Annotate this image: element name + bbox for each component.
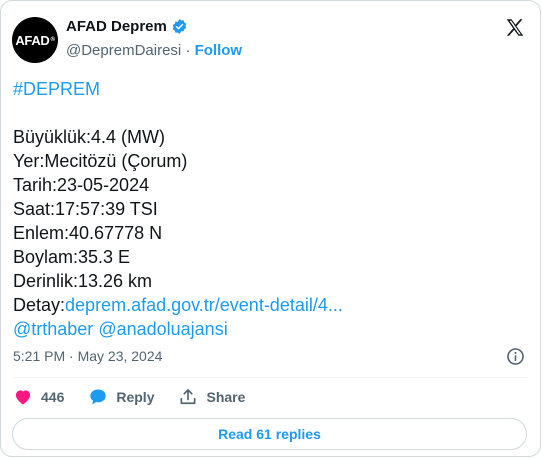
author-name-row: AFAD Deprem bbox=[66, 18, 188, 35]
avatar[interactable]: AFAD ® bbox=[12, 17, 58, 63]
read-replies-label: Read 61 replies bbox=[218, 426, 321, 442]
tweet-line: Yer:Mecitözü (Çorum) bbox=[13, 151, 188, 171]
tweet-line: Enlem:40.67778 N bbox=[13, 223, 163, 243]
follow-button[interactable]: Follow bbox=[195, 42, 243, 59]
x-logo-icon[interactable] bbox=[504, 17, 526, 39]
info-icon[interactable] bbox=[506, 347, 525, 366]
tweet-timestamp[interactable]: 5:21 PM · May 23, 2024 bbox=[13, 348, 162, 364]
action-bar: 446 Reply Share bbox=[13, 387, 269, 407]
verified-badge-icon bbox=[172, 19, 187, 34]
author-handle[interactable]: @DepremDairesi bbox=[66, 42, 181, 59]
share-label: Share bbox=[206, 389, 246, 405]
reply-bubble-icon bbox=[90, 389, 107, 405]
mention-anadoluajansi[interactable]: @anadoluajansi bbox=[98, 319, 227, 339]
hashtag-link[interactable]: #DEPREM bbox=[13, 79, 100, 99]
read-replies-button[interactable]: Read 61 replies bbox=[12, 418, 527, 450]
tweet-line: Saat:17:57:39 TSI bbox=[13, 199, 158, 219]
divider bbox=[13, 377, 528, 378]
mention-trthaber[interactable]: @trthaber bbox=[13, 319, 93, 339]
like-count: 446 bbox=[41, 389, 65, 405]
handle-separator: · bbox=[185, 42, 191, 59]
reply-button[interactable]: Reply bbox=[88, 387, 154, 407]
tweet-card: AFAD ® AFAD Deprem @DepremDairesi · Follo… bbox=[0, 0, 541, 457]
author-handle-row: @DepremDairesi · Follow bbox=[66, 42, 242, 59]
share-button[interactable]: Share bbox=[178, 387, 245, 407]
tweet-line: Boylam:35.3 E bbox=[13, 247, 131, 267]
detail-link[interactable]: deprem.afad.gov.tr/event-detail/4... bbox=[65, 295, 343, 315]
tweet-body: #DEPREM Büyüklük:4.4 (MW) Yer:Mecitözü (… bbox=[13, 77, 343, 341]
detail-label: Detay: bbox=[13, 295, 66, 315]
tweet-line: Derinlik:13.26 km bbox=[13, 271, 153, 291]
reply-label: Reply bbox=[116, 389, 155, 405]
like-button[interactable]: 446 bbox=[13, 387, 64, 407]
share-icon bbox=[180, 389, 196, 405]
author-name[interactable]: AFAD Deprem bbox=[66, 18, 167, 35]
heart-icon bbox=[15, 390, 31, 405]
avatar-registered-mark: ® bbox=[50, 37, 55, 43]
tweet-line: Tarih:23-05-2024 bbox=[13, 175, 150, 195]
avatar-text: AFAD bbox=[15, 32, 50, 48]
tweet-line: Büyüklük:4.4 (MW) bbox=[13, 127, 166, 147]
